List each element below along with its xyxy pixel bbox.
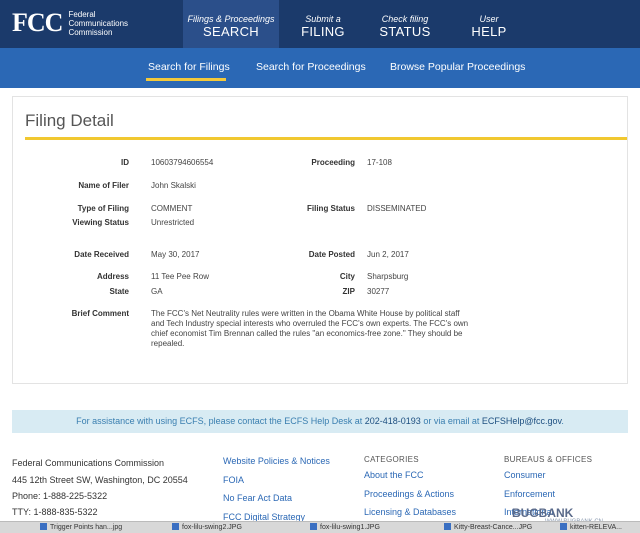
nav-filing-subtitle: Submit a bbox=[305, 14, 341, 24]
address-value: 11 Tee Pee Row bbox=[151, 272, 209, 281]
state-label: State bbox=[109, 287, 129, 296]
os-taskbar: Trigger Points han...jpg fox-lilu-swing2… bbox=[0, 521, 640, 533]
fcc-logo[interactable]: FCC Federal Communications Commission bbox=[12, 8, 148, 38]
filing-status-label: Filing Status bbox=[307, 204, 355, 213]
nav-filing[interactable]: Submit a FILING bbox=[284, 0, 362, 48]
filer-value: John Skalski bbox=[151, 181, 196, 190]
id-label: ID bbox=[121, 158, 129, 167]
sub-navigation-bar: Search for Filings Search for Proceeding… bbox=[0, 48, 640, 88]
taskbar-item[interactable]: Trigger Points han...jpg bbox=[40, 523, 140, 533]
footer-link-foia[interactable]: FOIA bbox=[223, 475, 244, 485]
nav-filing-label: FILING bbox=[301, 24, 345, 39]
filing-detail-panel: Filing Detail ID 10603794606554 Proceedi… bbox=[12, 96, 628, 384]
footer-link-proceedings-actions[interactable]: Proceedings & Actions bbox=[364, 489, 454, 499]
help-text-end: . bbox=[561, 416, 564, 426]
help-text-intro: For assistance with using ECFS, please c… bbox=[76, 416, 365, 426]
taskbar-item-label: fox-lilu-swing2.JPG bbox=[182, 524, 242, 531]
viewing-status-value: Unrestricted bbox=[151, 218, 195, 227]
state-value: GA bbox=[151, 287, 163, 296]
help-desk-phone[interactable]: 202-418-0193 bbox=[365, 416, 421, 426]
date-posted-label: Date Posted bbox=[308, 250, 355, 259]
tab-search-for-proceedings[interactable]: Search for Proceedings bbox=[256, 61, 366, 73]
active-tab-underline bbox=[146, 78, 226, 81]
fcc-logo-text: Federal Communications Commission bbox=[68, 9, 129, 37]
taskbar-item[interactable]: kitten-RELEVA... bbox=[560, 523, 638, 533]
footer-address: 445 12th Street SW, Washington, DC 20554 bbox=[12, 475, 188, 485]
zip-value: 30277 bbox=[367, 287, 390, 296]
taskbar-item[interactable]: fox-lilu-swing1.JPG bbox=[310, 523, 410, 533]
help-text-middle: or via email at bbox=[420, 416, 482, 426]
footer-link-enforcement[interactable]: Enforcement bbox=[504, 489, 555, 499]
nav-help-subtitle: User bbox=[479, 14, 499, 24]
proceeding-value[interactable]: 17-108 bbox=[367, 158, 392, 167]
filing-status-value: DISSEMINATED bbox=[367, 204, 427, 213]
taskbar-item[interactable]: Kitty-Breast-Cance...JPG bbox=[444, 523, 534, 533]
footer-org-name: Federal Communications Commission bbox=[12, 458, 165, 468]
id-value: 10603794606554 bbox=[151, 158, 214, 167]
help-desk-email-link[interactable]: ECFSHelp@fcc.gov bbox=[482, 416, 562, 426]
footer-link-consumer[interactable]: Consumer bbox=[504, 470, 546, 480]
tab-search-for-filings[interactable]: Search for Filings bbox=[148, 61, 230, 73]
footer-bureaus-heading: BUREAUS & OFFICES bbox=[504, 455, 593, 464]
image-file-icon bbox=[172, 523, 179, 530]
footer-phone: Phone: 1-888-225-5322 bbox=[12, 491, 108, 501]
footer-link-no-fear-act[interactable]: No Fear Act Data bbox=[223, 493, 292, 503]
image-file-icon bbox=[310, 523, 317, 530]
filer-label: Name of Filer bbox=[78, 181, 129, 190]
date-received-label: Date Received bbox=[74, 250, 129, 259]
brief-comment-text: The FCC's Net Neutrality rules were writ… bbox=[151, 309, 469, 348]
footer-link-about-fcc[interactable]: About the FCC bbox=[364, 470, 424, 480]
image-file-icon bbox=[560, 523, 567, 530]
help-desk-banner: For assistance with using ECFS, please c… bbox=[12, 410, 628, 433]
nav-status-label: STATUS bbox=[379, 24, 431, 39]
tab-browse-popular-proceedings[interactable]: Browse Popular Proceedings bbox=[390, 61, 525, 73]
image-file-icon bbox=[444, 523, 451, 530]
brief-comment-label: Brief Comment bbox=[71, 309, 129, 318]
footer-link-licensing-databases[interactable]: Licensing & Databases bbox=[364, 507, 456, 517]
date-posted-value: Jun 2, 2017 bbox=[367, 250, 409, 259]
nav-help[interactable]: User HELP bbox=[450, 0, 528, 48]
watermark-brand: BUGBANK bbox=[512, 506, 574, 520]
zip-label: ZIP bbox=[342, 287, 355, 296]
title-divider bbox=[25, 137, 627, 140]
nav-status[interactable]: Check filing STATUS bbox=[366, 0, 444, 48]
viewing-status-label: Viewing Status bbox=[72, 218, 129, 227]
taskbar-item-label: fox-lilu-swing1.JPG bbox=[320, 524, 380, 531]
nav-search[interactable]: Filings & Proceedings SEARCH bbox=[183, 0, 279, 48]
page-title: Filing Detail bbox=[25, 111, 114, 130]
taskbar-item[interactable]: fox-lilu-swing2.JPG bbox=[172, 523, 272, 533]
taskbar-item-label: kitten-RELEVA... bbox=[570, 524, 623, 531]
footer-link-website-policies[interactable]: Website Policies & Notices bbox=[223, 456, 330, 466]
city-label: City bbox=[339, 272, 355, 281]
taskbar-item-label: Trigger Points han...jpg bbox=[50, 524, 123, 531]
nav-status-subtitle: Check filing bbox=[381, 14, 429, 24]
filing-type-value: COMMENT bbox=[151, 204, 193, 213]
taskbar-item-label: Kitty-Breast-Cance...JPG bbox=[454, 524, 533, 531]
nav-help-label: HELP bbox=[471, 24, 507, 39]
date-received-value: May 30, 2017 bbox=[151, 250, 200, 259]
footer-categories-heading: CATEGORIES bbox=[364, 455, 419, 464]
image-file-icon bbox=[40, 523, 47, 530]
nav-search-subtitle: Filings & Proceedings bbox=[187, 14, 275, 24]
page: { "header": { "logo_mark": "FCC", "logo_… bbox=[0, 0, 640, 533]
proceeding-label: Proceeding bbox=[311, 158, 355, 167]
city-value: Sharpsburg bbox=[367, 272, 409, 281]
top-navigation-bar: FCC Federal Communications Commission Fi… bbox=[0, 0, 640, 48]
filing-type-label: Type of Filing bbox=[77, 204, 129, 213]
footer-tty: TTY: 1-888-835-5322 bbox=[12, 507, 98, 517]
address-label: Address bbox=[96, 272, 129, 281]
fcc-logo-mark: FCC bbox=[12, 8, 63, 37]
nav-search-label: SEARCH bbox=[203, 24, 259, 39]
